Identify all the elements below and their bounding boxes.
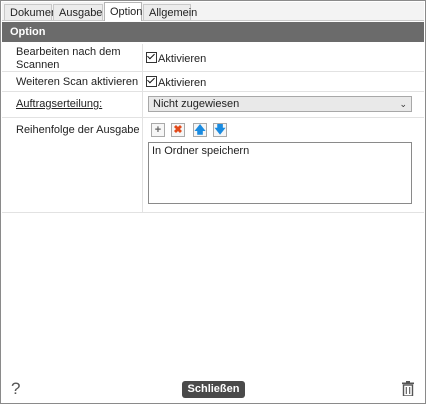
help-icon[interactable]: ? — [11, 379, 20, 399]
delete-button[interactable]: ✖ — [171, 123, 185, 137]
section-header: Option — [2, 22, 424, 42]
row-divider — [142, 118, 143, 212]
tab-ausgabe-1[interactable]: Ausgabe 1 — [53, 4, 103, 35]
edit-after-scan-checkbox[interactable]: Aktivieren — [146, 52, 206, 65]
row-divider — [142, 44, 143, 71]
row-edit-after-scan: Bearbeiten nach dem Scannen Aktivieren — [2, 44, 424, 72]
job-assignment-label: Auftragserteilung: — [16, 98, 103, 110]
row-output-order: Reihenfolge der Ausgabe + ✖ 🡅 🡇 In Ordne… — [2, 118, 424, 213]
tab-bar: Dokument Ausgabe 1 Option Allgemein — [2, 2, 424, 35]
row-divider — [142, 72, 143, 91]
arrow-up-icon: 🡅 — [194, 124, 206, 136]
edit-after-scan-checkbox-label: Aktivieren — [158, 53, 207, 65]
continue-scan-label: Weiteren Scan aktivieren — [16, 76, 139, 88]
arrow-down-icon: 🡇 — [214, 124, 226, 136]
row-continue-scan: Weiteren Scan aktivieren Aktivieren — [2, 72, 424, 92]
row-job-assignment: Auftragserteilung: Nicht zugewiesen ⌄ — [2, 92, 424, 118]
move-down-button[interactable]: 🡇 — [213, 123, 227, 137]
edit-after-scan-label-line1: Bearbeiten nach dem — [16, 46, 121, 58]
row-divider — [142, 92, 143, 117]
plus-icon: + — [154, 124, 162, 136]
add-button[interactable]: + — [151, 123, 165, 137]
close-button[interactable]: Schließen — [182, 381, 245, 398]
output-order-list[interactable]: In Ordner speichern — [148, 142, 412, 204]
checkbox-checked-icon[interactable] — [146, 76, 157, 87]
move-up-button[interactable]: 🡅 — [193, 123, 207, 137]
checkbox-checked-icon[interactable] — [146, 52, 157, 63]
continue-scan-checkbox[interactable]: Aktivieren — [146, 76, 206, 89]
chevron-down-icon: ⌄ — [399, 99, 407, 109]
job-assignment-dropdown[interactable]: Nicht zugewiesen ⌄ — [148, 96, 412, 112]
edit-after-scan-label-line2: Scannen — [16, 59, 60, 71]
trash-icon[interactable] — [402, 381, 414, 396]
tab-dokument[interactable]: Dokument — [4, 4, 60, 20]
job-assignment-value: Nicht zugewiesen — [153, 98, 240, 110]
continue-scan-checkbox-label: Aktivieren — [158, 77, 207, 89]
x-icon: ✖ — [173, 124, 183, 136]
tab-option[interactable]: Option — [104, 2, 142, 21]
tab-allgemein[interactable]: Allgemein — [143, 4, 197, 20]
edit-after-scan-label: Bearbeiten nach dem Scannen — [16, 46, 121, 72]
list-item[interactable]: In Ordner speichern — [152, 145, 408, 157]
dialog-window: Dokument Ausgabe 1 Option Allgemein Opti… — [0, 0, 426, 404]
output-order-label: Reihenfolge der Ausgabe — [16, 124, 140, 136]
